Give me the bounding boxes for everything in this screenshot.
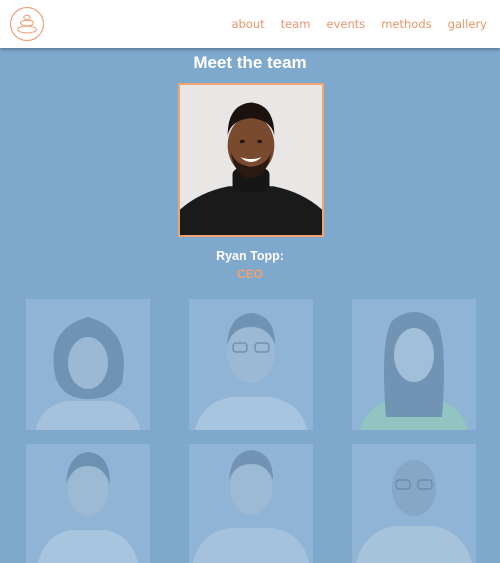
team-member-card[interactable] <box>189 444 313 563</box>
page-title: Meet the team <box>193 53 307 72</box>
stacked-stones-logo-icon[interactable] <box>9 6 45 42</box>
nav-link-gallery[interactable]: gallery <box>448 17 487 31</box>
team-member-card[interactable] <box>26 444 150 563</box>
team-member-card[interactable] <box>352 444 476 563</box>
nav-link-team[interactable]: team <box>281 17 311 31</box>
top-navbar: about team events methods gallery <box>0 0 500 48</box>
team-member-card[interactable] <box>352 299 476 430</box>
featured-member-photo <box>178 83 324 237</box>
featured-member-name: Ryan Topp: <box>216 249 284 263</box>
nav-link-about[interactable]: about <box>231 17 264 31</box>
nav-link-methods[interactable]: methods <box>381 17 431 31</box>
nav-link-events[interactable]: events <box>326 17 365 31</box>
team-member-card[interactable] <box>189 299 313 430</box>
main-nav: about team events methods gallery <box>231 17 487 31</box>
team-member-card[interactable] <box>26 299 150 430</box>
featured-member-role: CEO <box>236 267 263 281</box>
